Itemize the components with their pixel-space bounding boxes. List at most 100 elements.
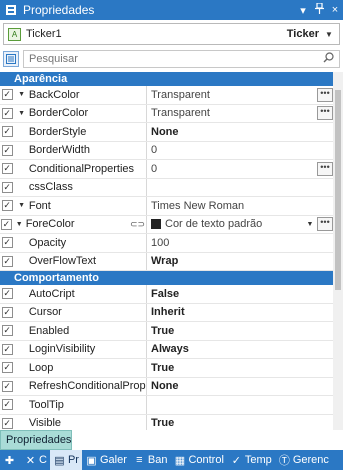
bottom-tab-icon: Ⓣ	[278, 455, 290, 467]
property-row-borderstyle[interactable]: ✓ BorderStyle None▼	[0, 123, 343, 142]
property-row-enabled[interactable]: ✓ Enabled True▼	[0, 322, 343, 341]
property-value: None	[151, 380, 179, 393]
property-row-opacity[interactable]: ✓ Opacity 100	[0, 234, 343, 253]
bottom-tab-0[interactable]: ✚	[0, 450, 21, 470]
property-value-cell[interactable]: 0 •••	[147, 160, 343, 178]
property-value-cell[interactable]: False▼	[147, 285, 343, 303]
checkbox[interactable]: ✓	[0, 200, 14, 212]
link-icon[interactable]: ⊂⊃	[130, 219, 145, 230]
property-row-loginvisibility[interactable]: ✓ LoginVisibility Always▼	[0, 340, 343, 359]
checkbox[interactable]: ✓	[0, 218, 13, 230]
property-row-font[interactable]: ✓ ▼ Font Times New Roman	[0, 197, 343, 216]
property-row-cursor[interactable]: ✓ Cursor Inherit▼	[0, 303, 343, 322]
bottom-tab-4[interactable]: ≡ Ban	[130, 450, 171, 470]
property-value-cell[interactable]: Always▼	[147, 341, 343, 359]
property-value-cell[interactable]: True▼	[147, 322, 343, 340]
checkbox[interactable]: ✓	[0, 325, 14, 337]
expand-arrow-icon[interactable]: ▼	[13, 221, 26, 228]
property-value: Transparent	[151, 88, 210, 101]
property-name: Loop	[28, 361, 54, 374]
property-row-autocript[interactable]: ✓ AutoCript False▼	[0, 285, 343, 304]
bottom-tab-2[interactable]: ▤ Pr	[49, 450, 82, 470]
property-row-forecolor[interactable]: ✓ ▼ ForeColor ⊂⊃ Cor de texto padrão ▼ •••	[0, 215, 343, 234]
section-header[interactable]: Comportamento	[0, 271, 343, 285]
property-row-tooltip[interactable]: ✓ ToolTip	[0, 396, 343, 415]
checkbox[interactable]: ✓	[0, 362, 14, 374]
panel-menu-button[interactable]: ▾	[295, 4, 311, 17]
property-value-cell[interactable]: Times New Roman	[147, 197, 343, 215]
section-header[interactable]: Aparência	[0, 72, 343, 86]
checkbox[interactable]: ✓	[0, 380, 14, 392]
vertical-scrollbar[interactable]	[333, 72, 343, 430]
expand-arrow-icon[interactable]: ▼	[14, 202, 28, 209]
checkbox[interactable]: ✓	[0, 417, 14, 429]
property-row-bordercolor[interactable]: ✓ ▼ BorderColor Transparent •••	[0, 104, 343, 123]
tab-propriedades[interactable]: Propriedades	[0, 430, 72, 450]
property-value-cell[interactable]: Transparent •••	[147, 105, 343, 123]
selected-object-type: Ticker	[286, 28, 319, 40]
ellipsis-button[interactable]: •••	[317, 87, 333, 102]
expand-arrow-icon[interactable]: ▼	[14, 110, 28, 117]
ellipsis-button[interactable]: •••	[317, 217, 333, 232]
bottom-tab-7[interactable]: Ⓣ Gerenc	[275, 450, 332, 470]
property-value-cell[interactable]: True▼	[147, 415, 343, 431]
checkmark-icon: ✓	[1, 255, 13, 267]
property-row-refreshconditionalproperties[interactable]: ✓ RefreshConditionalPropertiesNone▼	[0, 377, 343, 396]
property-value-cell[interactable]	[147, 396, 343, 414]
property-value-cell[interactable]: Wrap▼	[147, 253, 343, 271]
property-value-cell[interactable]: None▼	[147, 378, 343, 396]
bottom-tab-icon: ▣	[86, 454, 97, 467]
close-icon[interactable]: ×	[327, 4, 343, 16]
object-selector[interactable]: A Ticker1 Ticker ▼	[3, 23, 340, 45]
property-name: RefreshConditionalProperties	[28, 380, 146, 393]
property-value-cell[interactable]: 100	[147, 234, 343, 252]
property-row-loop[interactable]: ✓ Loop True▼	[0, 359, 343, 378]
checkbox[interactable]: ✓	[0, 126, 14, 138]
categorized-view-icon[interactable]	[3, 51, 19, 67]
ellipsis-button[interactable]: •••	[317, 106, 333, 121]
search-input[interactable]	[29, 53, 323, 65]
checkbox[interactable]: ✓	[0, 288, 14, 300]
property-name: ConditionalProperties	[28, 162, 135, 175]
scrollbar-thumb[interactable]	[335, 90, 341, 290]
property-row-borderwidth[interactable]: ✓ BorderWidth 0	[0, 141, 343, 160]
property-value-cell[interactable]: Inherit▼	[147, 304, 343, 322]
bottom-tab-icon: ≡	[136, 454, 143, 466]
checkbox[interactable]: ✓	[0, 399, 14, 411]
property-row-overflowtext[interactable]: ✓ OverFlowText Wrap▼	[0, 252, 343, 271]
property-row-cssclass[interactable]: ✓ cssClass	[0, 178, 343, 197]
bottom-tab-6[interactable]: ✓ Temp	[227, 450, 275, 470]
checkbox[interactable]: ✓	[0, 163, 14, 175]
bottom-tab-5[interactable]: ▦ Control	[170, 450, 226, 470]
ellipsis-button[interactable]: •••	[317, 161, 333, 176]
property-value: Inherit	[151, 306, 185, 319]
property-name: Opacity	[28, 236, 67, 249]
property-name: Enabled	[28, 324, 70, 337]
bottom-tab-3[interactable]: ▣ Galer	[82, 450, 130, 470]
checkbox[interactable]: ✓	[0, 237, 14, 249]
checkbox[interactable]: ✓	[0, 306, 14, 318]
checkbox[interactable]: ✓	[0, 255, 14, 267]
chevron-down-icon[interactable]: ▼	[303, 221, 317, 228]
search-row	[3, 49, 340, 69]
checkbox[interactable]: ✓	[0, 89, 14, 101]
checkbox[interactable]: ✓	[0, 343, 14, 355]
pin-icon[interactable]	[311, 2, 327, 17]
checkmark-icon: ✓	[1, 163, 13, 175]
property-value-cell[interactable]: Transparent •••	[147, 86, 343, 104]
property-row-conditionalproperties[interactable]: ✓ ConditionalProperties 0 •••	[0, 160, 343, 179]
checkmark-icon: ✓	[1, 362, 13, 374]
property-value-cell[interactable]	[147, 179, 343, 197]
property-value-cell[interactable]: None▼	[147, 123, 343, 141]
property-value-cell[interactable]: Cor de texto padrão ▼ •••	[147, 216, 343, 234]
property-row-backcolor[interactable]: ✓ ▼ BackColor Transparent •••	[0, 86, 343, 105]
bottom-tab-icon: ✕	[25, 454, 36, 467]
checkbox[interactable]: ✓	[0, 107, 14, 119]
property-value-cell[interactable]: 0	[147, 142, 343, 160]
bottom-tab-1[interactable]: ✕ C	[21, 450, 50, 470]
expand-arrow-icon[interactable]: ▼	[14, 91, 28, 98]
property-row-visible[interactable]: ✓ Visible True▼	[0, 414, 343, 431]
checkbox[interactable]: ✓	[0, 144, 14, 156]
checkbox[interactable]: ✓	[0, 181, 14, 193]
property-value-cell[interactable]: True▼	[147, 359, 343, 377]
